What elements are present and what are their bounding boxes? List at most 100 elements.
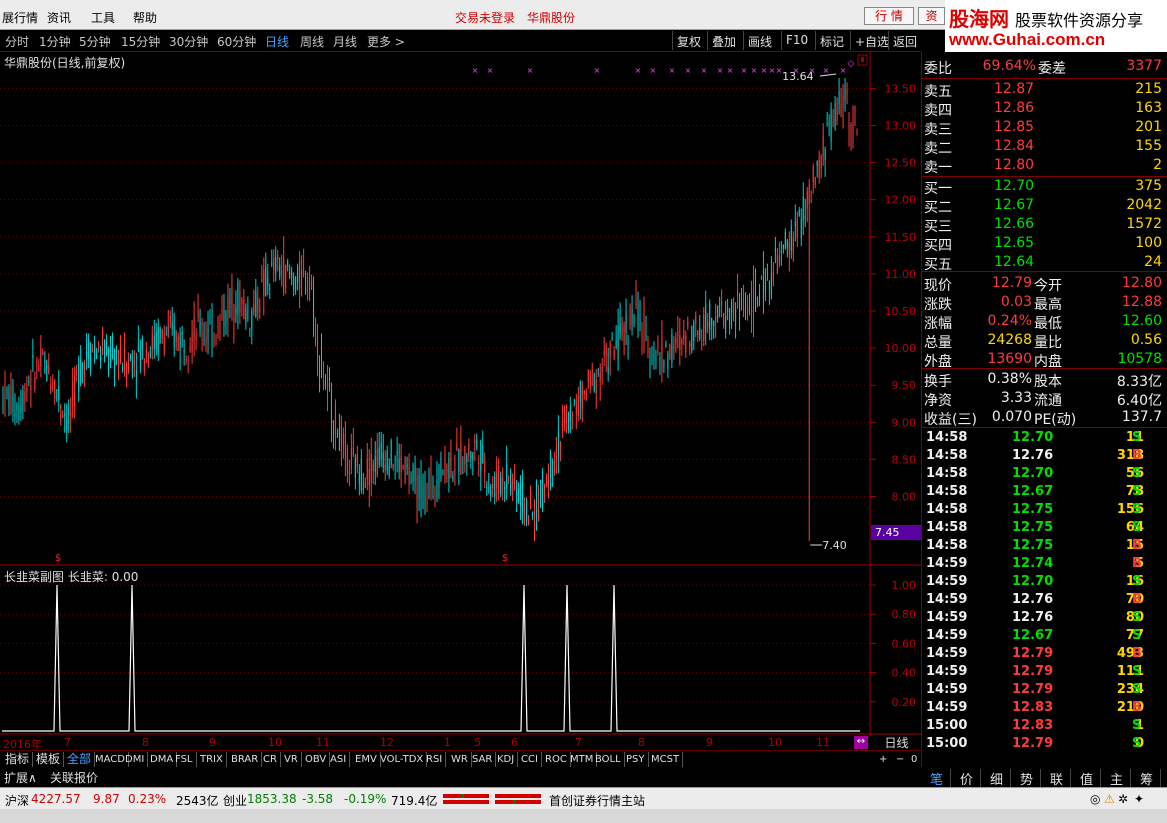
tick-price: 12.79 (1012, 646, 1054, 661)
period-monthly[interactable]: 月线 (333, 33, 357, 50)
panel-tab-3[interactable]: 势 (1013, 769, 1041, 788)
fuquan-button[interactable]: 复权 (672, 31, 705, 50)
tick-row[interactable]: 14:58 12.70 11 S (924, 430, 1164, 448)
tab-kdj[interactable]: KDJ (494, 752, 519, 767)
panel-tab-5[interactable]: 值 (1073, 769, 1101, 788)
period-timeline[interactable]: 分时 (5, 33, 29, 50)
tick-row[interactable]: 14:59 12.76 80 S (924, 610, 1164, 628)
related-quotes-button[interactable]: 关联报价 (50, 769, 98, 786)
tab-全部[interactable]: 全部 (64, 752, 96, 767)
gear-icon[interactable]: ✲ (1118, 792, 1128, 806)
tick-row[interactable]: 14:59 12.70 16 S (924, 574, 1164, 592)
tick-row[interactable]: 14:58 12.70 56 S (924, 466, 1164, 484)
candle-body (800, 219, 802, 238)
period-1min[interactable]: 1分钟 (39, 33, 71, 50)
template-tab[interactable]: 模板 (33, 752, 65, 767)
tab-fsl[interactable]: FSL (172, 752, 197, 767)
lock-icon[interactable]: ◎ (1090, 792, 1100, 806)
tab-rsi[interactable]: RSI (423, 752, 447, 767)
more-icon[interactable]: ✦ (1134, 792, 1144, 806)
signal-icon[interactable]: ⚠ (1104, 792, 1115, 806)
tick-row[interactable]: 14:59 12.79 111 S (924, 664, 1164, 682)
menu-tools[interactable]: 工具 (91, 9, 115, 26)
tick-row[interactable]: 14:58 12.67 78 S (924, 484, 1164, 502)
tab-boll[interactable]: BOLL (592, 752, 625, 767)
indicator-chart[interactable]: 1.00 0.80 0.60 0.40 0.20 (0, 565, 921, 737)
back-button[interactable]: 返回 (888, 31, 921, 50)
tick-price: 12.76 (1012, 610, 1054, 625)
indicator-tab[interactable]: 指标 (2, 752, 34, 767)
tab-vr[interactable]: VR (281, 752, 302, 767)
candle-body (637, 302, 639, 333)
add-watchlist-button[interactable]: +自选 (850, 31, 893, 50)
panel-tab-1[interactable]: 价 (953, 769, 981, 788)
mark-button[interactable]: 标记 (815, 31, 848, 50)
tick-row[interactable]: 14:59 12.67 77 S (924, 628, 1164, 646)
expand-button[interactable]: 扩展∧ (4, 769, 37, 786)
zoom-in-button[interactable]: + (876, 752, 890, 767)
tick-row[interactable]: 15:00 12.79 0 S (924, 736, 1164, 754)
tab-mcst[interactable]: MCST (648, 752, 684, 767)
draw-line-button[interactable]: 画线 (743, 31, 776, 50)
site-logo: 股海网 股票软件资源分享 www.Guhai.com.cn (945, 0, 1167, 52)
panel-tab-2[interactable]: 细 (983, 769, 1011, 788)
tick-row[interactable]: 14:59 12.74 5 B (924, 556, 1164, 574)
tab-psy[interactable]: PSY (623, 752, 649, 767)
signal-marker: × (809, 66, 816, 75)
candle-body (313, 288, 315, 321)
candle-body (173, 326, 175, 347)
tick-row[interactable]: 14:58 12.76 318 B (924, 448, 1164, 466)
period-daily[interactable]: 日线 (265, 33, 289, 50)
overlay-button[interactable]: 叠加 (707, 31, 740, 50)
tick-row[interactable]: 15:00 12.83 1 S (924, 718, 1164, 736)
sh-index-value[interactable]: 4227.57 (31, 792, 81, 806)
server-site[interactable]: 首创证券行情主站 (549, 792, 645, 809)
period-30min[interactable]: 30分钟 (169, 33, 208, 50)
tick-row[interactable]: 14:58 12.75 15 B (924, 538, 1164, 556)
tick-row[interactable]: 14:59 12.79 234 S (924, 682, 1164, 700)
date-label: 5 (474, 736, 481, 749)
quote-button[interactable]: 行 情 (864, 7, 914, 25)
tab-cci[interactable]: CCI (518, 752, 542, 767)
zoom-reset-button[interactable]: 0 (908, 752, 920, 767)
zoom-out-button[interactable]: − (893, 752, 907, 767)
signal-marker: × (741, 66, 748, 75)
tick-row[interactable]: 14:58 12.75 156 S (924, 502, 1164, 520)
tab-dmi[interactable]: DMI (122, 752, 149, 767)
candlestick-chart[interactable]: 13.50 13.00 12.50 12.00 11.50 11.00 10.50 10.00… (0, 52, 921, 572)
menu-help[interactable]: 帮助 (133, 9, 157, 26)
tab-asi[interactable]: ASI (327, 752, 351, 767)
candle-body (119, 344, 121, 363)
candle-body (613, 349, 615, 360)
tab-sar[interactable]: SAR (469, 752, 497, 767)
tab-trix[interactable]: TRIX (197, 752, 227, 767)
tab-vol-tdx[interactable]: VOL-TDX (377, 752, 428, 767)
candle-body (139, 349, 141, 368)
date-label: 7 (575, 736, 582, 749)
menu-quote[interactable]: 展行情 (2, 9, 38, 26)
trade-button[interactable]: 资 (918, 7, 945, 25)
menu-news[interactable]: 资讯 (47, 9, 71, 26)
panel-tab-7[interactable]: 筹 (1133, 769, 1161, 788)
period-60min[interactable]: 60分钟 (217, 33, 256, 50)
tab-brar[interactable]: BRAR (228, 752, 263, 767)
period-weekly[interactable]: 周线 (300, 33, 324, 50)
cy-index-value[interactable]: 1853.38 (247, 792, 297, 806)
tick-row[interactable]: 14:59 12.79 493 B (924, 646, 1164, 664)
range-selector-icon[interactable]: ↔ (854, 736, 868, 749)
period-15min[interactable]: 15分钟 (121, 33, 160, 50)
panel-tab-4[interactable]: 联 (1043, 769, 1071, 788)
tab-cr[interactable]: CR (260, 752, 281, 767)
candle-body (62, 414, 64, 418)
f10-button[interactable]: F10 (781, 31, 812, 50)
tick-row[interactable]: 14:59 12.76 70 B (924, 592, 1164, 610)
panel-tab-0[interactable]: 笔 (923, 769, 951, 788)
ask-level-label: 卖一 (924, 160, 952, 176)
tick-row[interactable]: 14:59 12.83 210 B (924, 700, 1164, 718)
login-status[interactable]: 交易未登录 (455, 9, 515, 26)
tick-row[interactable]: 14:58 12.75 64 S (924, 520, 1164, 538)
panel-tab-6[interactable]: 主 (1103, 769, 1131, 788)
period-5min[interactable]: 5分钟 (79, 33, 111, 50)
period-more[interactable]: 更多 > (367, 33, 405, 50)
candle-body (581, 384, 583, 409)
